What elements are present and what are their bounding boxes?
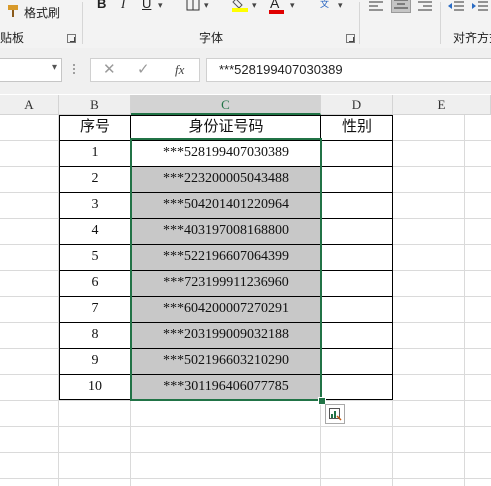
gridline	[0, 478, 491, 479]
formula-bar: ▾ ✕ ✓ fx ***528199407030389	[0, 48, 491, 94]
insert-function-button[interactable]: fx	[175, 62, 184, 78]
fill-color-icon[interactable]	[232, 0, 248, 17]
chevron-down-icon[interactable]: ▾	[290, 0, 295, 11]
bold-button[interactable]: B	[97, 0, 106, 11]
decrease-indent-icon[interactable]	[448, 0, 464, 17]
gridline	[0, 452, 491, 453]
font-group-label: 字体	[199, 31, 224, 45]
name-box[interactable]: ▾	[0, 58, 62, 82]
font-color-bar	[269, 10, 284, 14]
gridline	[464, 115, 465, 486]
chevron-down-icon[interactable]: ▾	[158, 0, 163, 11]
italic-button[interactable]: I	[121, 0, 125, 12]
column-header-e[interactable]: E	[393, 95, 491, 115]
align-left-icon[interactable]	[369, 0, 383, 17]
ribbon-divider	[82, 2, 83, 44]
increase-indent-icon[interactable]	[472, 0, 488, 17]
clipboard-group-label: 剪贴板	[0, 31, 25, 45]
chevron-down-icon[interactable]: ▾	[338, 0, 343, 11]
align-group-label: 对齐方式	[453, 31, 491, 45]
chevron-down-icon[interactable]: ▾	[204, 0, 209, 11]
font-color-button[interactable]: A	[269, 0, 284, 14]
formula-input[interactable]: ***528199407030389	[206, 58, 491, 82]
ribbon-divider	[440, 2, 441, 44]
align-center-icon[interactable]	[391, 0, 411, 13]
clipboard-launcher-icon[interactable]	[67, 34, 76, 43]
column-header-c[interactable]: C	[131, 95, 321, 115]
font-launcher-icon[interactable]	[346, 34, 355, 43]
ribbon: 格式刷 剪贴板 B I U ▾ ▾ ▾ A ▾ 文 ▾ 字体 对齐方式	[0, 0, 491, 49]
column-header-b[interactable]: B	[59, 95, 131, 115]
formula-buttons: ✕ ✓ fx	[90, 58, 200, 82]
align-right-icon[interactable]	[418, 0, 432, 17]
underline-button[interactable]: U	[142, 0, 151, 11]
gridline	[0, 426, 491, 427]
chevron-down-icon[interactable]: ▾	[52, 62, 57, 73]
more-options-icon[interactable]	[73, 63, 75, 76]
quick-analysis-icon	[329, 408, 342, 426]
selection-border	[130, 138, 322, 401]
column-header-a[interactable]: A	[0, 95, 59, 115]
paintbrush-icon	[6, 4, 20, 23]
cancel-icon[interactable]: ✕	[103, 60, 116, 78]
phonetic-guide-icon[interactable]: 文	[320, 0, 329, 10]
chevron-down-icon[interactable]: ▾	[252, 0, 257, 11]
ribbon-divider	[359, 2, 360, 44]
column-header-d[interactable]: D	[321, 95, 393, 115]
quick-analysis-button[interactable]	[325, 404, 345, 424]
borders-icon[interactable]	[186, 0, 200, 16]
format-painter-label: 格式刷	[24, 6, 61, 20]
enter-icon[interactable]: ✓	[137, 60, 150, 78]
